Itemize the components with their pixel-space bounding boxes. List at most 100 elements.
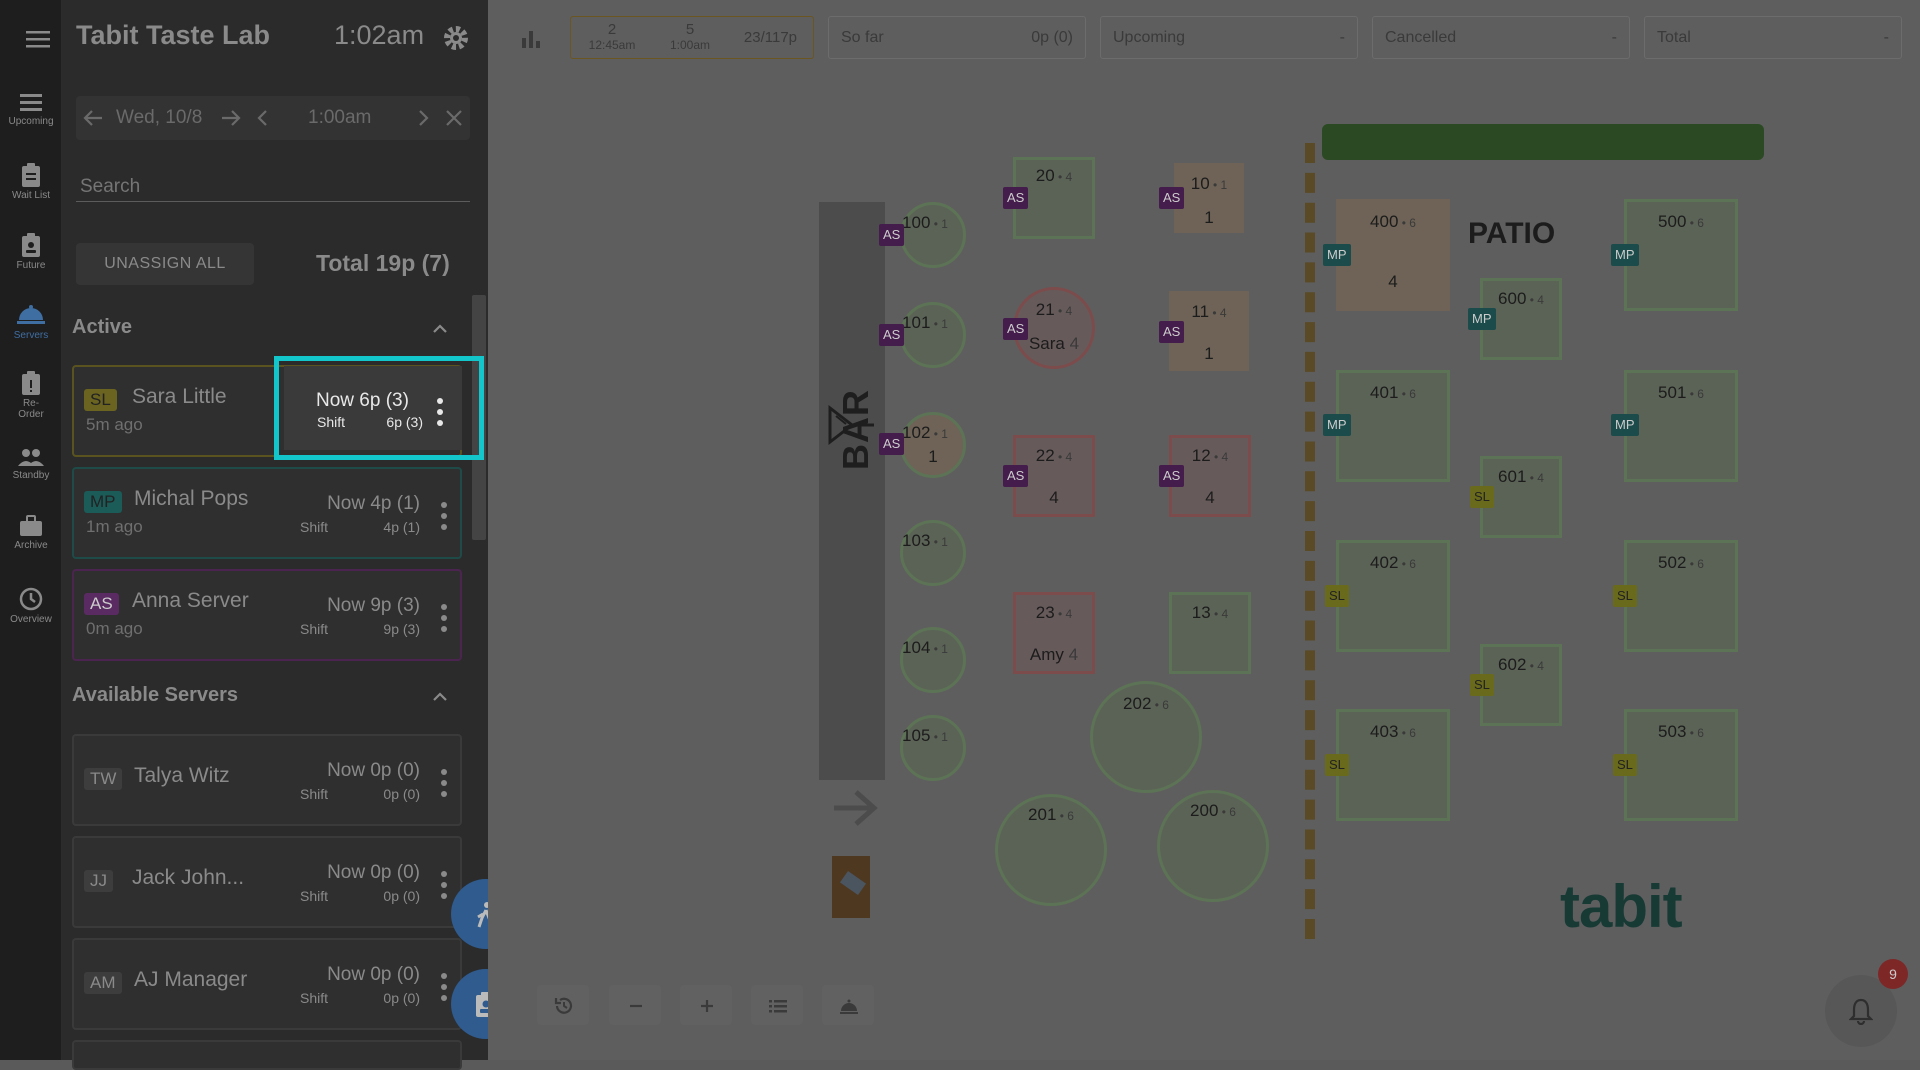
server-view-button[interactable] bbox=[822, 985, 874, 1025]
hedge bbox=[1322, 124, 1764, 160]
table-401[interactable]: 401 • 6 bbox=[1336, 370, 1450, 482]
chevron-left-icon[interactable] bbox=[256, 108, 270, 128]
server-initials-badge: JJ bbox=[84, 870, 113, 892]
server-initials-badge: MP bbox=[84, 491, 122, 513]
server-name: Sara Little bbox=[132, 385, 227, 408]
shift-label: Shift 6p (3) bbox=[317, 414, 423, 430]
gear-icon[interactable] bbox=[442, 24, 470, 52]
unassign-all-button[interactable]: UNASSIGN ALL bbox=[76, 243, 254, 285]
server-initials-badge: AS bbox=[84, 593, 119, 615]
chevron-up-icon[interactable] bbox=[432, 690, 448, 702]
table-400[interactable]: 400 • 64 bbox=[1336, 199, 1450, 311]
server-card[interactable]: AM AJ Manager Now 0p (0) Shift 0p (0) bbox=[72, 938, 462, 1030]
table-102[interactable]: 102 • 11 bbox=[900, 412, 966, 478]
server-badge: AS bbox=[1159, 465, 1185, 487]
selected-date[interactable]: Wed, 10/8 bbox=[116, 107, 202, 129]
chevron-up-icon[interactable] bbox=[432, 322, 448, 334]
rail-future[interactable]: Future bbox=[0, 226, 62, 292]
rail-servers[interactable]: Servers bbox=[0, 296, 62, 362]
date-time-selector: Wed, 10/8 1:00am bbox=[76, 96, 470, 140]
more-vertical-icon[interactable] bbox=[440, 870, 448, 900]
search-input[interactable] bbox=[76, 172, 470, 202]
table-13[interactable]: 13 • 4 bbox=[1169, 592, 1251, 674]
shift-load: Shift 0p (0) bbox=[300, 888, 420, 904]
table-23[interactable]: 23 • 4 Amy 4 bbox=[1013, 592, 1095, 674]
more-vertical-icon[interactable] bbox=[440, 603, 448, 633]
slot-2: 5 1:00am bbox=[669, 21, 711, 52]
cancelled-stat[interactable]: Cancelled - bbox=[1372, 16, 1630, 59]
restaurant-name: Tabit Taste Lab bbox=[76, 20, 271, 50]
shift-load: Shift 0p (0) bbox=[300, 990, 420, 1006]
table-103[interactable]: 103 • 1 bbox=[900, 520, 966, 586]
cocktail-glass-icon bbox=[828, 404, 874, 446]
time-slots[interactable]: 2 12:45am 5 1:00am 23/117p bbox=[570, 16, 814, 59]
chevron-right-icon[interactable] bbox=[416, 108, 430, 128]
so-far-stat[interactable]: So far 0p (0) bbox=[828, 16, 1086, 59]
server-card[interactable]: AS Anna Server 0m ago Now 9p (3) Shift 9p… bbox=[72, 569, 462, 661]
server-card[interactable] bbox=[72, 1040, 462, 1070]
rail-overview[interactable]: Overview bbox=[0, 580, 62, 646]
rail-label: Upcoming bbox=[8, 116, 54, 127]
server-card[interactable]: JJ Jack John... Now 0p (0) Shift 0p (0) bbox=[72, 836, 462, 928]
table-503[interactable]: 503 • 6 bbox=[1624, 709, 1738, 821]
server-name: Anna Server bbox=[132, 589, 249, 612]
more-vertical-icon[interactable] bbox=[440, 501, 448, 531]
tabit-logo: tabit bbox=[1560, 873, 1683, 940]
rail-reorder[interactable]: Re- Order bbox=[0, 364, 62, 430]
zoom-in-button[interactable] bbox=[680, 985, 732, 1025]
server-name: Talya Witz bbox=[134, 764, 230, 787]
table-101[interactable]: 101 • 1 bbox=[900, 302, 966, 368]
table-500[interactable]: 500 • 6 bbox=[1624, 199, 1738, 311]
zoom-out-button[interactable] bbox=[609, 985, 661, 1025]
table-200[interactable]: 200 • 6 bbox=[1157, 790, 1269, 902]
rail-wait-list[interactable]: Wait List bbox=[0, 156, 62, 222]
shift-load: Shift 0p (0) bbox=[300, 786, 420, 802]
reset-view-button[interactable] bbox=[537, 985, 589, 1025]
server-badge: MP bbox=[1468, 308, 1496, 330]
list-view-button[interactable] bbox=[751, 985, 803, 1025]
arrow-left-icon[interactable] bbox=[82, 108, 104, 128]
upcoming-stat[interactable]: Upcoming - bbox=[1100, 16, 1358, 59]
close-icon[interactable] bbox=[444, 108, 464, 128]
bar-chart-icon[interactable] bbox=[520, 28, 542, 50]
rail-label: Standby bbox=[12, 470, 50, 481]
server-badge: MP bbox=[1611, 414, 1639, 436]
selected-time[interactable]: 1:00am bbox=[308, 107, 371, 129]
now-load: Now 9p (3) bbox=[327, 595, 420, 616]
menu-icon[interactable] bbox=[26, 30, 50, 48]
table-402[interactable]: 402 • 6 bbox=[1336, 540, 1450, 652]
more-vertical-icon[interactable] bbox=[440, 972, 448, 1002]
total-covers: Total 19p (7) bbox=[316, 250, 450, 276]
table-100[interactable]: 100 • 1 bbox=[900, 202, 966, 268]
table-502[interactable]: 502 • 6 bbox=[1624, 540, 1738, 652]
rail-archive[interactable]: Archive bbox=[0, 508, 62, 574]
table-501[interactable]: 501 • 6 bbox=[1624, 370, 1738, 482]
server-initials-badge: TW bbox=[84, 768, 123, 790]
table-104[interactable]: 104 • 1 bbox=[900, 627, 966, 693]
server-card[interactable]: MP Michal Pops 1m ago Now 4p (1) Shift 4p… bbox=[72, 467, 462, 559]
table-201[interactable]: 201 • 6 bbox=[995, 794, 1107, 906]
server-badge: AS bbox=[879, 224, 905, 246]
server-card[interactable]: TW Talya Witz Now 0p (0) Shift 0p (0) bbox=[72, 734, 462, 826]
server-badge: SL bbox=[1613, 585, 1637, 607]
more-vertical-icon[interactable] bbox=[436, 397, 444, 427]
rail-label: Re- Order bbox=[18, 398, 44, 420]
slot-1: 2 12:45am bbox=[588, 21, 636, 52]
clock-icon bbox=[19, 587, 43, 611]
table-403[interactable]: 403 • 6 bbox=[1336, 709, 1450, 821]
briefcase-icon bbox=[20, 515, 42, 536]
table-10[interactable]: 10 • 11 bbox=[1174, 163, 1244, 233]
reorder-icon bbox=[22, 371, 40, 395]
shift-load: Shift 4p (1) bbox=[300, 519, 420, 535]
more-vertical-icon[interactable] bbox=[440, 768, 448, 798]
table-202[interactable]: 202 • 6 bbox=[1090, 681, 1202, 793]
server-name: Michal Pops bbox=[134, 487, 249, 510]
total-stat[interactable]: Total - bbox=[1644, 16, 1902, 59]
table-105[interactable]: 105 • 1 bbox=[900, 715, 966, 781]
rail-upcoming[interactable]: Upcoming bbox=[0, 86, 62, 152]
arrow-right-icon[interactable] bbox=[220, 108, 242, 128]
rail-label: Servers bbox=[13, 330, 49, 341]
rail-standby[interactable]: Standby bbox=[0, 440, 62, 506]
server-badge: AS bbox=[1003, 318, 1029, 340]
server-cloche-icon bbox=[17, 305, 45, 324]
